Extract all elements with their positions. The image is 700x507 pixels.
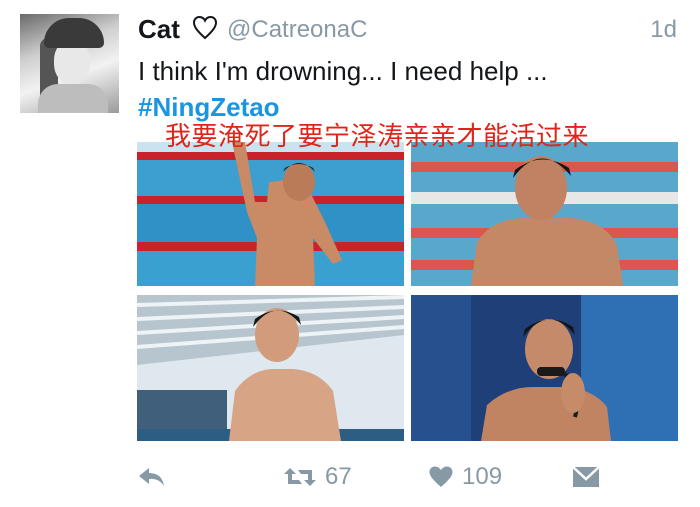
timestamp[interactable]: 1d (650, 16, 677, 44)
avatar-body (38, 84, 108, 113)
retweet-icon (284, 468, 316, 486)
tweet-actions-bar: 67 109 (0, 455, 700, 499)
heart-icon (429, 466, 453, 487)
heart-outline-icon (192, 15, 218, 40)
display-name[interactable]: Cat (138, 14, 180, 45)
tweet-text: I think I'm drowning... I need help ... (138, 56, 548, 86)
photo-3-image (137, 295, 404, 441)
like-button[interactable]: 109 (428, 455, 502, 499)
direct-message-button[interactable] (572, 455, 600, 499)
retweet-count: 67 (325, 463, 352, 490)
photo-2-image (411, 142, 678, 286)
user-handle[interactable]: @CatreonaC (227, 16, 367, 44)
direct-message-icon (572, 466, 600, 487)
tweet-photo-3[interactable] (137, 295, 404, 441)
photo-4-image (411, 295, 678, 441)
like-count: 109 (462, 463, 503, 490)
retweet-button[interactable]: 67 (283, 455, 352, 499)
reply-button[interactable] (137, 455, 167, 499)
image-caption-overlay: 我要淹死了要宁泽涛亲亲才能活过来 (165, 122, 590, 152)
tweet-card: Cat @CatreonaC 1d I think I'm drowning..… (0, 0, 700, 507)
avatar[interactable] (20, 14, 119, 113)
avatar-hat (44, 18, 104, 48)
tweet-photo-4[interactable] (411, 295, 678, 441)
tweet-photo-2[interactable] (411, 142, 678, 286)
tweet-photo-1[interactable] (137, 142, 404, 286)
reply-icon (139, 468, 164, 486)
photo-1-image (137, 142, 404, 286)
